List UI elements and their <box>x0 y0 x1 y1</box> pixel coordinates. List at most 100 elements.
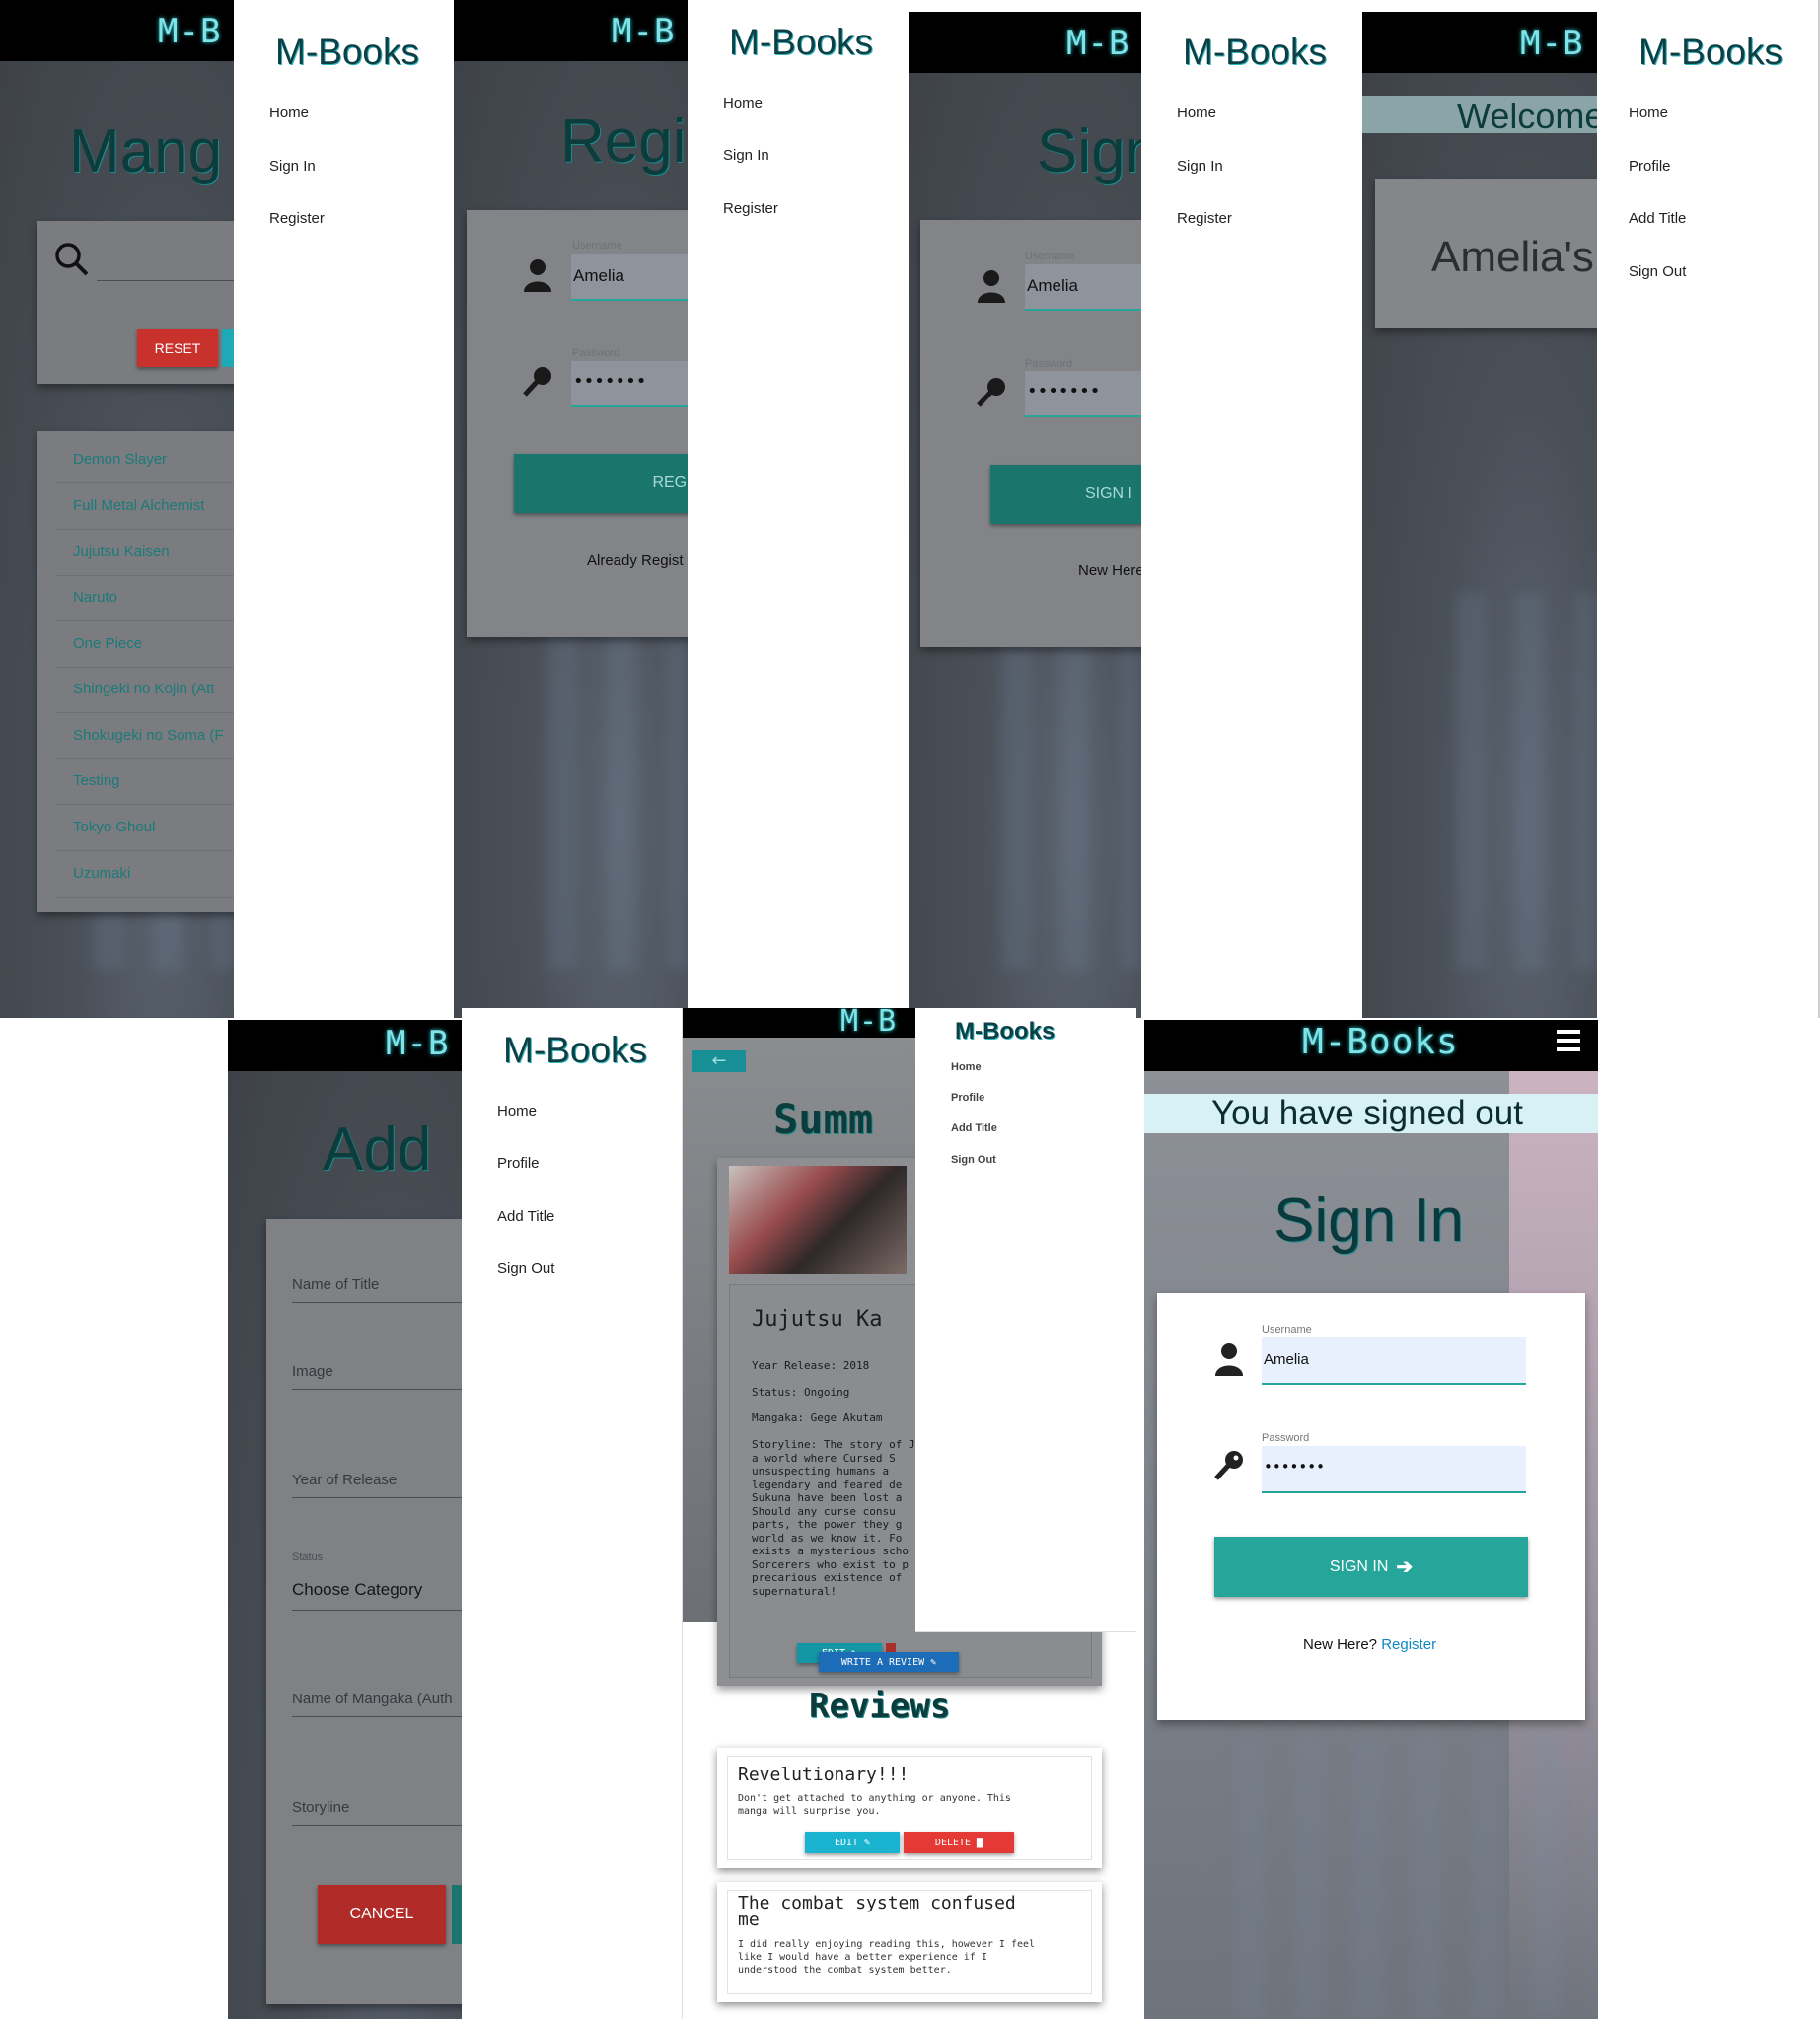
profile-title: Amelia's <box>1431 233 1594 281</box>
user-icon <box>1215 1343 1243 1376</box>
nav-profile[interactable]: Profile <box>497 1155 540 1172</box>
sign-in-button[interactable]: SIGN IN ➔ <box>1214 1537 1528 1597</box>
storyline-field[interactable]: Storyline <box>292 1799 462 1826</box>
side-drawer-user: M-Books Home Profile Add Title Sign Out <box>1597 0 1820 1018</box>
register-button[interactable]: REGIST <box>514 454 688 513</box>
panel-sign-in: M-B Sign Username Amelia Password ••••••… <box>909 0 1141 1018</box>
nav-profile[interactable]: Profile <box>951 1092 984 1104</box>
submit-button[interactable] <box>452 1885 462 1944</box>
side-drawer-guest: M-Books Home Sign In Register <box>688 0 909 1008</box>
username-label: Username <box>572 240 622 252</box>
top-navbar: M-B <box>909 12 1141 73</box>
nav-sign-out[interactable]: Sign Out <box>497 1261 554 1277</box>
nav-profile[interactable]: Profile <box>1629 158 1671 175</box>
key-icon <box>523 367 551 397</box>
nav-sign-in[interactable]: Sign In <box>723 147 769 164</box>
password-label: Password <box>1262 1432 1310 1444</box>
nav-sign-in[interactable]: Sign In <box>269 158 316 175</box>
drawer-brand[interactable]: M-Books <box>503 1030 647 1071</box>
drawer-brand[interactable]: M-Books <box>1638 32 1783 73</box>
list-item[interactable]: Shokugeki no Soma (F <box>55 713 234 759</box>
username-label: Username <box>1025 251 1075 262</box>
list-item[interactable]: Full Metal Alchemist <box>55 483 234 530</box>
nav-add-title[interactable]: Add Title <box>1629 210 1686 227</box>
image-field[interactable]: Image <box>292 1363 462 1390</box>
add-title-form: Name of Title Image Year of Release Stat… <box>266 1219 462 2004</box>
username-field[interactable]: Amelia <box>1025 264 1141 311</box>
list-item[interactable]: One Piece <box>55 621 234 668</box>
key-icon <box>1214 1451 1243 1480</box>
password-field[interactable]: ••••••• <box>1025 371 1141 417</box>
write-review-button[interactable]: WRITE A REVIEW ✎ <box>819 1652 959 1672</box>
hamburger-menu-icon[interactable] <box>1557 1030 1580 1051</box>
list-item[interactable]: Tokyo Ghoul <box>55 805 234 851</box>
nav-home[interactable]: Home <box>951 1061 982 1073</box>
app-logo[interactable]: M-B <box>1520 24 1583 63</box>
year-release-field[interactable]: Year of Release <box>292 1472 462 1498</box>
nav-home[interactable]: Home <box>1177 105 1216 121</box>
review-title: Revelutionary!!! <box>738 1765 910 1785</box>
drawer-brand[interactable]: M-Books <box>275 32 419 73</box>
register-link[interactable]: Register <box>1381 1636 1436 1653</box>
panel-signed-out: M-Books You have signed out Sign In User… <box>1144 1020 1598 2019</box>
nav-add-title[interactable]: Add Title <box>497 1208 554 1225</box>
title-name-field[interactable]: Name of Title <box>292 1276 462 1303</box>
nav-home[interactable]: Home <box>1629 105 1668 121</box>
trash-icon: ▇ <box>977 1837 983 1848</box>
nav-home[interactable]: Home <box>269 105 309 121</box>
nav-home[interactable]: Home <box>497 1103 537 1119</box>
welcome-banner: Welcome <box>1362 96 1597 136</box>
sign-in-arrow-icon: ➔ <box>1396 1556 1414 1578</box>
list-item[interactable]: Testing <box>55 758 234 805</box>
app-logo[interactable]: M-B <box>1066 24 1129 63</box>
sign-in-card: Username Amelia Password ••••••• SIGN I … <box>920 220 1141 647</box>
list-item[interactable]: Jujutsu Kaisen <box>55 530 234 576</box>
already-registered-text[interactable]: Already Regist <box>587 552 684 569</box>
search-icon[interactable] <box>53 241 91 278</box>
password-field[interactable]: ••••••• <box>1262 1446 1526 1493</box>
page-title: Add <box>323 1116 432 1184</box>
page-title: Summ <box>773 1095 874 1143</box>
app-logo[interactable]: M-B <box>386 1024 449 1063</box>
mangaka-field[interactable]: Name of Mangaka (Auth <box>292 1691 462 1717</box>
app-logo[interactable]: M-B <box>840 1008 897 1039</box>
sign-in-button[interactable]: SIGN I <box>990 465 1141 524</box>
register-card: Username Amelia Password ••••••• REGIST … <box>467 210 688 637</box>
new-here-text: New Here? Register <box>1303 1636 1437 1653</box>
search-button[interactable] <box>222 329 234 367</box>
list-item[interactable]: Demon Slayer <box>55 437 234 483</box>
status-select[interactable]: Choose Category <box>292 1580 462 1611</box>
password-label: Password <box>1025 358 1073 370</box>
panel-profile: M-B Welcome Amelia's <box>1362 0 1597 1018</box>
app-logo[interactable]: M-Books <box>1302 1022 1459 1062</box>
drawer-brand[interactable]: M-Books <box>1183 32 1327 73</box>
app-logo[interactable]: M-B <box>612 12 675 51</box>
drawer-brand[interactable]: M-Books <box>729 22 873 63</box>
list-item[interactable]: Naruto <box>55 575 234 621</box>
nav-register[interactable]: Register <box>1177 210 1232 227</box>
top-navbar: M-Books <box>1144 1020 1598 1071</box>
nav-add-title[interactable]: Add Title <box>951 1122 997 1134</box>
app-logo[interactable]: M-B <box>158 12 221 51</box>
list-item[interactable]: Shingeki no Kojin (Att <box>55 667 234 713</box>
review-body: I did really enjoying reading this, howe… <box>738 1939 1036 1976</box>
username-field[interactable]: Amelia <box>1262 1337 1526 1385</box>
nav-sign-out[interactable]: Sign Out <box>1629 263 1686 280</box>
book-title: Jujutsu Ka <box>752 1307 883 1332</box>
password-field[interactable]: ••••••• <box>571 361 688 407</box>
nav-sign-in[interactable]: Sign In <box>1177 158 1223 175</box>
nav-home[interactable]: Home <box>723 95 763 111</box>
list-item[interactable]: Uzumaki <box>55 851 234 898</box>
review-delete-button[interactable]: DELETE ▇ <box>904 1832 1014 1853</box>
nav-sign-out[interactable]: Sign Out <box>951 1154 996 1166</box>
reset-button[interactable]: RESET <box>137 329 218 367</box>
search-input[interactable] <box>97 278 234 281</box>
nav-register[interactable]: Register <box>269 210 325 227</box>
review-edit-button[interactable]: EDIT ✎ <box>805 1832 900 1853</box>
back-button[interactable]: ← <box>692 1050 746 1072</box>
side-drawer-user: M-Books Home Profile Add Title Sign Out <box>462 1008 683 2019</box>
nav-register[interactable]: Register <box>723 200 778 217</box>
drawer-brand[interactable]: M-Books <box>955 1018 1055 1046</box>
cancel-button[interactable]: CANCEL <box>318 1885 446 1944</box>
username-field[interactable]: Amelia <box>571 254 688 301</box>
